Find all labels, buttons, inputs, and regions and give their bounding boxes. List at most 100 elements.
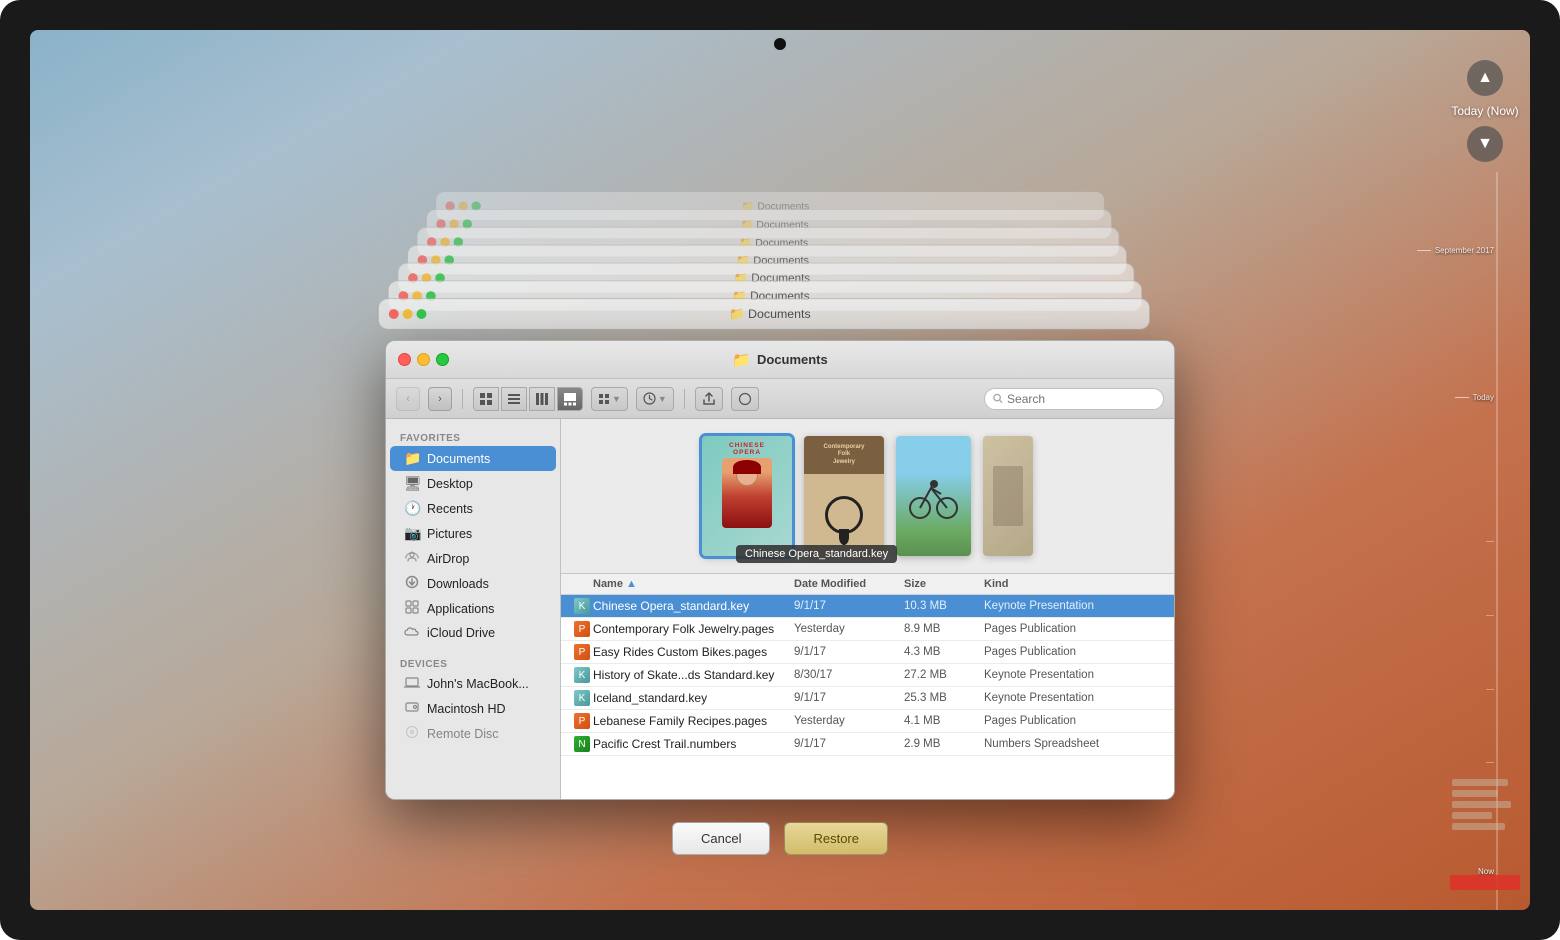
sidebar-item-downloads[interactable]: Downloads <box>390 571 556 596</box>
sidebar-item-macintosh[interactable]: Macintosh HD <box>390 696 556 721</box>
stacked-win-2: 📁 Documents <box>378 298 1150 330</box>
finder-content: Favorites 📁 Documents 🖥 Desktop 🕐 Recent… <box>386 419 1174 799</box>
file-kind: Pages Publication <box>984 715 1164 727</box>
file-icon-cell: P <box>571 713 593 729</box>
timemachine-today-tick: Today <box>1455 393 1494 402</box>
airdrop-icon <box>404 550 420 567</box>
sidebar-item-macbook[interactable]: John's MacBook... <box>390 672 556 696</box>
thumb-chinese-opera[interactable]: CHINESEOPERA <box>702 436 792 556</box>
search-icon <box>993 393 1003 404</box>
timemachine-now-bar <box>1450 875 1520 890</box>
view-buttons <box>473 387 583 411</box>
thumb-bikes[interactable] <box>896 436 971 556</box>
minimize-button[interactable] <box>417 353 430 366</box>
search-input[interactable] <box>1007 392 1155 406</box>
column-kind-header[interactable]: Kind <box>984 578 1164 590</box>
file-date: 9/1/17 <box>794 646 904 658</box>
laptop-icon <box>404 676 420 692</box>
file-size: 27.2 MB <box>904 669 984 681</box>
file-tooltip: Chinese Opera_standard.key <box>736 545 897 563</box>
view-gallery-button[interactable] <box>557 387 583 411</box>
column-name-header[interactable]: Name ▲ <box>593 578 794 590</box>
file-size: 4.1 MB <box>904 715 984 727</box>
sidebar-item-airdrop[interactable]: AirDrop <box>390 546 556 571</box>
file-icon-cell: P <box>571 621 593 637</box>
file-name: Lebanese Family Recipes.pages <box>593 714 794 728</box>
file-icon-cell: K <box>571 598 593 614</box>
arrange-button[interactable]: ▼ <box>591 387 628 411</box>
monitor-icon: 🖥 <box>404 475 420 492</box>
file-icon-cell: N <box>571 736 593 752</box>
toolbar-separator-1 <box>462 389 463 409</box>
maximize-button[interactable] <box>436 353 449 366</box>
timemachine-up-button[interactable]: ▲ <box>1467 60 1503 96</box>
keynote-icon: K <box>574 598 590 614</box>
finder-main: CHINESEOPERA <box>561 419 1174 799</box>
table-row[interactable]: P Lebanese Family Recipes.pages Yesterda… <box>561 710 1174 733</box>
finder-titlebar: 📁 Documents <box>386 341 1174 379</box>
file-name: Pacific Crest Trail.numbers <box>593 737 794 751</box>
timemachine-down-button[interactable]: ▼ <box>1467 126 1503 162</box>
column-size-header[interactable]: Size <box>904 578 984 590</box>
restore-button[interactable]: Restore <box>784 822 888 855</box>
table-row[interactable]: K History of Skate...ds Standard.key 8/3… <box>561 664 1174 687</box>
action-button[interactable]: ▼ <box>636 387 674 411</box>
file-size: 2.9 MB <box>904 738 984 750</box>
sidebar-item-desktop[interactable]: 🖥 Desktop <box>390 471 556 496</box>
column-date-header[interactable]: Date Modified <box>794 578 904 590</box>
clock-icon: 🕐 <box>404 500 420 517</box>
cloud-icon <box>404 625 420 641</box>
sidebar-item-documents[interactable]: 📁 Documents <box>390 446 556 471</box>
camera-dot <box>774 38 786 50</box>
action-buttons: Cancel Restore <box>672 822 888 855</box>
backup-bars <box>1452 779 1518 830</box>
share-button[interactable] <box>695 387 723 411</box>
pages-icon: P <box>574 621 590 637</box>
table-row[interactable]: K Iceland_standard.key 9/1/17 25.3 MB Ke… <box>561 687 1174 710</box>
timeline-tick-1 <box>1486 541 1494 542</box>
file-name: Easy Rides Custom Bikes.pages <box>593 645 794 659</box>
file-list-header: Name ▲ Date Modified Size Kind <box>561 574 1174 595</box>
sidebar-item-recents[interactable]: 🕐 Recents <box>390 496 556 521</box>
pages-icon: P <box>574 644 590 660</box>
finder-toolbar: ‹ › <box>386 379 1174 419</box>
pages-icon: P <box>574 713 590 729</box>
tags-button[interactable] <box>731 387 759 411</box>
thumb-extra[interactable] <box>983 436 1033 556</box>
table-row[interactable]: P Contemporary Folk Jewelry.pages Yester… <box>561 618 1174 641</box>
thumb-folk-jewelry[interactable]: ContemporaryFolkJewelry <box>804 436 884 556</box>
file-date: 8/30/17 <box>794 669 904 681</box>
table-row[interactable]: N Pacific Crest Trail.numbers 9/1/17 2.9… <box>561 733 1174 756</box>
file-kind: Pages Publication <box>984 646 1164 658</box>
sidebar-item-applications[interactable]: Applications <box>390 596 556 621</box>
traffic-lights <box>398 353 449 366</box>
view-column-button[interactable] <box>529 387 555 411</box>
view-list-button[interactable] <box>501 387 527 411</box>
finder-sidebar: Favorites 📁 Documents 🖥 Desktop 🕐 Recent… <box>386 419 561 799</box>
sidebar-item-pictures[interactable]: 📷 Pictures <box>390 521 556 546</box>
folder-icon: 📁 <box>404 450 420 467</box>
file-kind: Numbers Spreadsheet <box>984 738 1164 750</box>
timemachine-today-label: Today (Now) <box>1451 104 1518 118</box>
timeline-tick-2 <box>1486 615 1494 616</box>
table-row[interactable]: P Easy Rides Custom Bikes.pages 9/1/17 4… <box>561 641 1174 664</box>
file-kind: Keynote Presentation <box>984 692 1164 704</box>
close-button[interactable] <box>398 353 411 366</box>
folder-icon: 📁 <box>732 351 751 369</box>
sidebar-item-remotedisc[interactable]: Remote Disc <box>390 721 556 746</box>
view-icon-button[interactable] <box>473 387 499 411</box>
file-date: 9/1/17 <box>794 692 904 704</box>
file-icon-cell: K <box>571 690 593 706</box>
sidebar-item-icloud[interactable]: iCloud Drive <box>390 621 556 645</box>
mac-bezel: 📁 Documents 📁 Documents 📁 Documents 📁 Do… <box>0 0 1560 940</box>
back-button[interactable]: ‹ <box>396 387 420 411</box>
keynote-icon: K <box>574 690 590 706</box>
cancel-button[interactable]: Cancel <box>672 822 770 855</box>
keynote-icon: K <box>574 667 590 683</box>
table-row[interactable]: K Chinese Opera_standard.key 9/1/17 10.3… <box>561 595 1174 618</box>
preview-area: CHINESEOPERA <box>561 419 1174 574</box>
forward-button[interactable]: › <box>428 387 452 411</box>
file-size: 8.9 MB <box>904 623 984 635</box>
file-date: Yesterday <box>794 715 904 727</box>
file-icon-cell: P <box>571 644 593 660</box>
